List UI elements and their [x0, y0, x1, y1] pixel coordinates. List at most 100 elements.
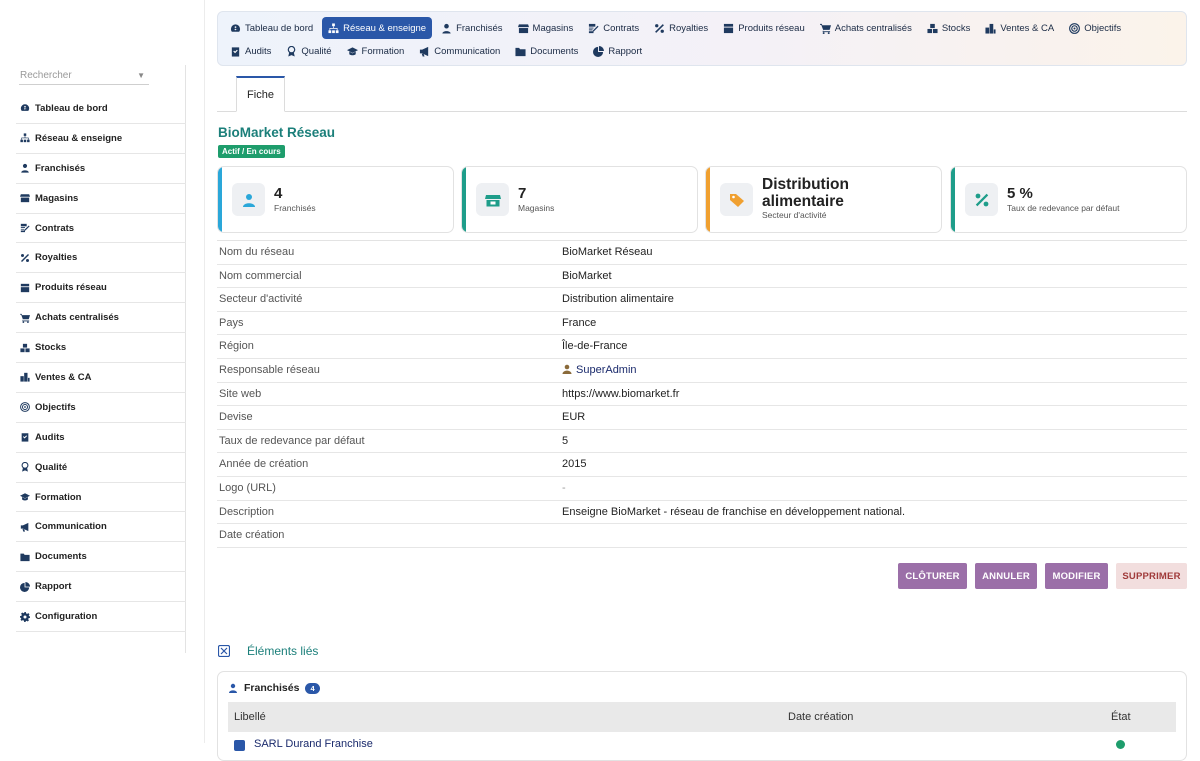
detail-value[interactable]: SuperAdmin [562, 364, 637, 376]
stat-card: 4 Franchisés [217, 166, 454, 233]
contract-icon [20, 223, 30, 233]
nav-item-tableau-de-bord[interactable]: Tableau de bord [224, 17, 319, 39]
sidebar-item-contrats[interactable]: Contrats [16, 214, 186, 244]
sidebar-item-label: Franchisés [35, 162, 86, 174]
nav-item-franchises[interactable]: Franchisés [435, 17, 508, 39]
tab-fiche[interactable]: Fiche [236, 76, 285, 112]
nav-item-formation[interactable]: Formation [341, 40, 411, 62]
sidebar-item-label: Produits réseau [35, 282, 107, 294]
sidebar-item-ventes-ca[interactable]: Ventes & CA [16, 363, 186, 393]
user-icon [228, 683, 238, 693]
linked-franchises-panel: Franchisés 4 Libellé Date création État … [217, 671, 1187, 761]
count-badge: 4 [305, 682, 320, 694]
nav-item-audits[interactable]: Audits [224, 40, 277, 62]
nav-item-royalties[interactable]: Royalties [648, 17, 714, 39]
sales-icon [20, 372, 30, 383]
detail-key: Logo (URL) [219, 481, 276, 494]
award-icon [20, 462, 30, 472]
detail-value: Enseigne BioMarket - réseau de franchise… [562, 505, 906, 518]
row-link[interactable]: SARL Durand Franchise [254, 738, 373, 750]
row-icon [234, 740, 245, 751]
tag-icon [729, 192, 745, 208]
nav-item-label: Formation [361, 45, 405, 57]
stat-card: Distribution alimentaire Secteur d'activi… [705, 166, 942, 233]
sidebar-item-franchises[interactable]: Franchisés [16, 154, 186, 184]
sidebar-item-communication[interactable]: Communication [16, 512, 186, 543]
nav-row-primary: Tableau de bord Réseau & enseigne Franchis… [224, 17, 1130, 39]
sidebar-item-produits-reseau[interactable]: Produits réseau [16, 273, 186, 304]
sidebar-item-label: Tableau de bord [35, 102, 108, 114]
nav-item-ventes-ca[interactable]: Ventes & CA [979, 17, 1060, 39]
detail-value: 5 [562, 434, 569, 447]
sidebar-item-documents[interactable]: Documents [16, 542, 186, 573]
nav-item-label: Stocks [941, 22, 971, 34]
delete-button[interactable]: SUPPRIMER [1116, 563, 1187, 589]
column-header-date[interactable]: Date création [788, 711, 853, 723]
percent-icon [654, 23, 665, 34]
sidebar-item-audits[interactable]: Audits [16, 423, 186, 453]
search-select[interactable]: Rechercher ▼ [19, 65, 149, 85]
sidebar-item-magasins[interactable]: Magasins [16, 184, 186, 214]
sidebar-item-label: Configuration [35, 611, 98, 623]
card-label: Franchisés [274, 203, 316, 213]
nav-item-produits-reseau[interactable]: Produits réseau [717, 17, 811, 39]
card-icon-box [476, 183, 509, 216]
column-header-state[interactable]: État [1111, 711, 1131, 723]
user-icon [20, 163, 30, 173]
detail-key: Taux de redevance par défaut [219, 434, 365, 447]
nav-item-objectifs[interactable]: Objectifs [1063, 17, 1127, 39]
sidebar-item-qualite[interactable]: Qualité [16, 453, 186, 483]
gear-icon [20, 611, 30, 622]
sidebar-item-formation[interactable]: Formation [16, 483, 186, 513]
target-icon [20, 402, 30, 413]
status-dot [1116, 740, 1125, 749]
card-accent-bar [706, 167, 710, 232]
sidebar-item-achats-centralises[interactable]: Achats centralisés [16, 303, 186, 334]
nav-item-contrats[interactable]: Contrats [582, 17, 645, 39]
sidebar-item-label: Audits [35, 431, 65, 443]
nav-item-label: Audits [245, 45, 272, 57]
sidebar-item-label: Réseau & enseigne [35, 132, 123, 144]
sidebar-item-royalties[interactable]: Royalties [16, 243, 186, 274]
detail-row: Secteur d'activité Distribution alimentai… [217, 288, 1187, 312]
nav-item-reseau-enseigne[interactable]: Réseau & enseigne [322, 17, 433, 39]
sidebar-item-tableau-de-bord[interactable]: Tableau de bord [16, 94, 186, 124]
nav-item-communication[interactable]: Communication [413, 40, 506, 62]
link-icon [218, 645, 230, 657]
sidebar-item-rapport[interactable]: Rapport [16, 572, 186, 603]
nav-item-documents[interactable]: Documents [509, 40, 584, 62]
user-link[interactable]: SuperAdmin [576, 364, 637, 376]
nav-item-rapport[interactable]: Rapport [587, 40, 648, 62]
detail-row: Nom du réseau BioMarket Réseau [217, 241, 1187, 265]
nav-item-achats-centralises[interactable]: Achats centralisés [814, 17, 918, 39]
close-button[interactable]: CLÔTURER [898, 563, 967, 589]
award-icon [286, 45, 297, 57]
sidebar-item-label: Formation [35, 491, 82, 503]
card-value: 5 % [1007, 185, 1033, 202]
sidebar-item-label: Rapport [35, 581, 72, 593]
sidebar-item-stocks[interactable]: Stocks [16, 333, 186, 364]
nav-item-qualite[interactable]: Qualité [280, 40, 337, 62]
table-header: Libellé Date création État [228, 702, 1176, 732]
detail-row: Devise EUR [217, 406, 1187, 430]
detail-row: Pays France [217, 312, 1187, 336]
user-icon [562, 364, 572, 374]
stat-card: 7 Magasins [461, 166, 698, 233]
megaphone-icon [20, 522, 30, 532]
sidebar-item-objectifs[interactable]: Objectifs [16, 393, 186, 423]
detail-value: Distribution alimentaire [562, 293, 674, 306]
nav-item-magasins[interactable]: Magasins [512, 17, 580, 39]
nav-item-stocks[interactable]: Stocks [921, 17, 977, 39]
linked-elements-title: Éléments liés [247, 644, 319, 658]
sidebar-item-label: Contrats [35, 222, 75, 234]
card-value: 7 [518, 185, 527, 202]
tab-bar: Fiche [217, 76, 1187, 112]
edit-button[interactable]: MODIFIER [1045, 563, 1108, 589]
contract-icon [588, 23, 599, 34]
sidebar-item-reseau-enseigne[interactable]: Réseau & enseigne [16, 124, 186, 154]
nav-item-label: Magasins [532, 22, 574, 34]
cancel-button[interactable]: ANNULER [975, 563, 1037, 589]
table-row[interactable]: SARL Durand Franchise [228, 732, 1176, 752]
sidebar-item-configuration[interactable]: Configuration [16, 602, 186, 633]
column-header-label[interactable]: Libellé [234, 711, 266, 723]
